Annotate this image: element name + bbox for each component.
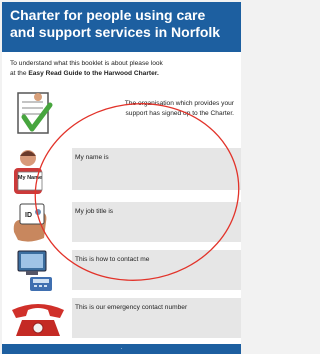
footer-bar: · (2, 344, 241, 354)
footer-dot: · (120, 346, 123, 352)
red-circle-annotation (34, 103, 240, 281)
document-page: Charter for people using care and suppor… (2, 2, 241, 344)
